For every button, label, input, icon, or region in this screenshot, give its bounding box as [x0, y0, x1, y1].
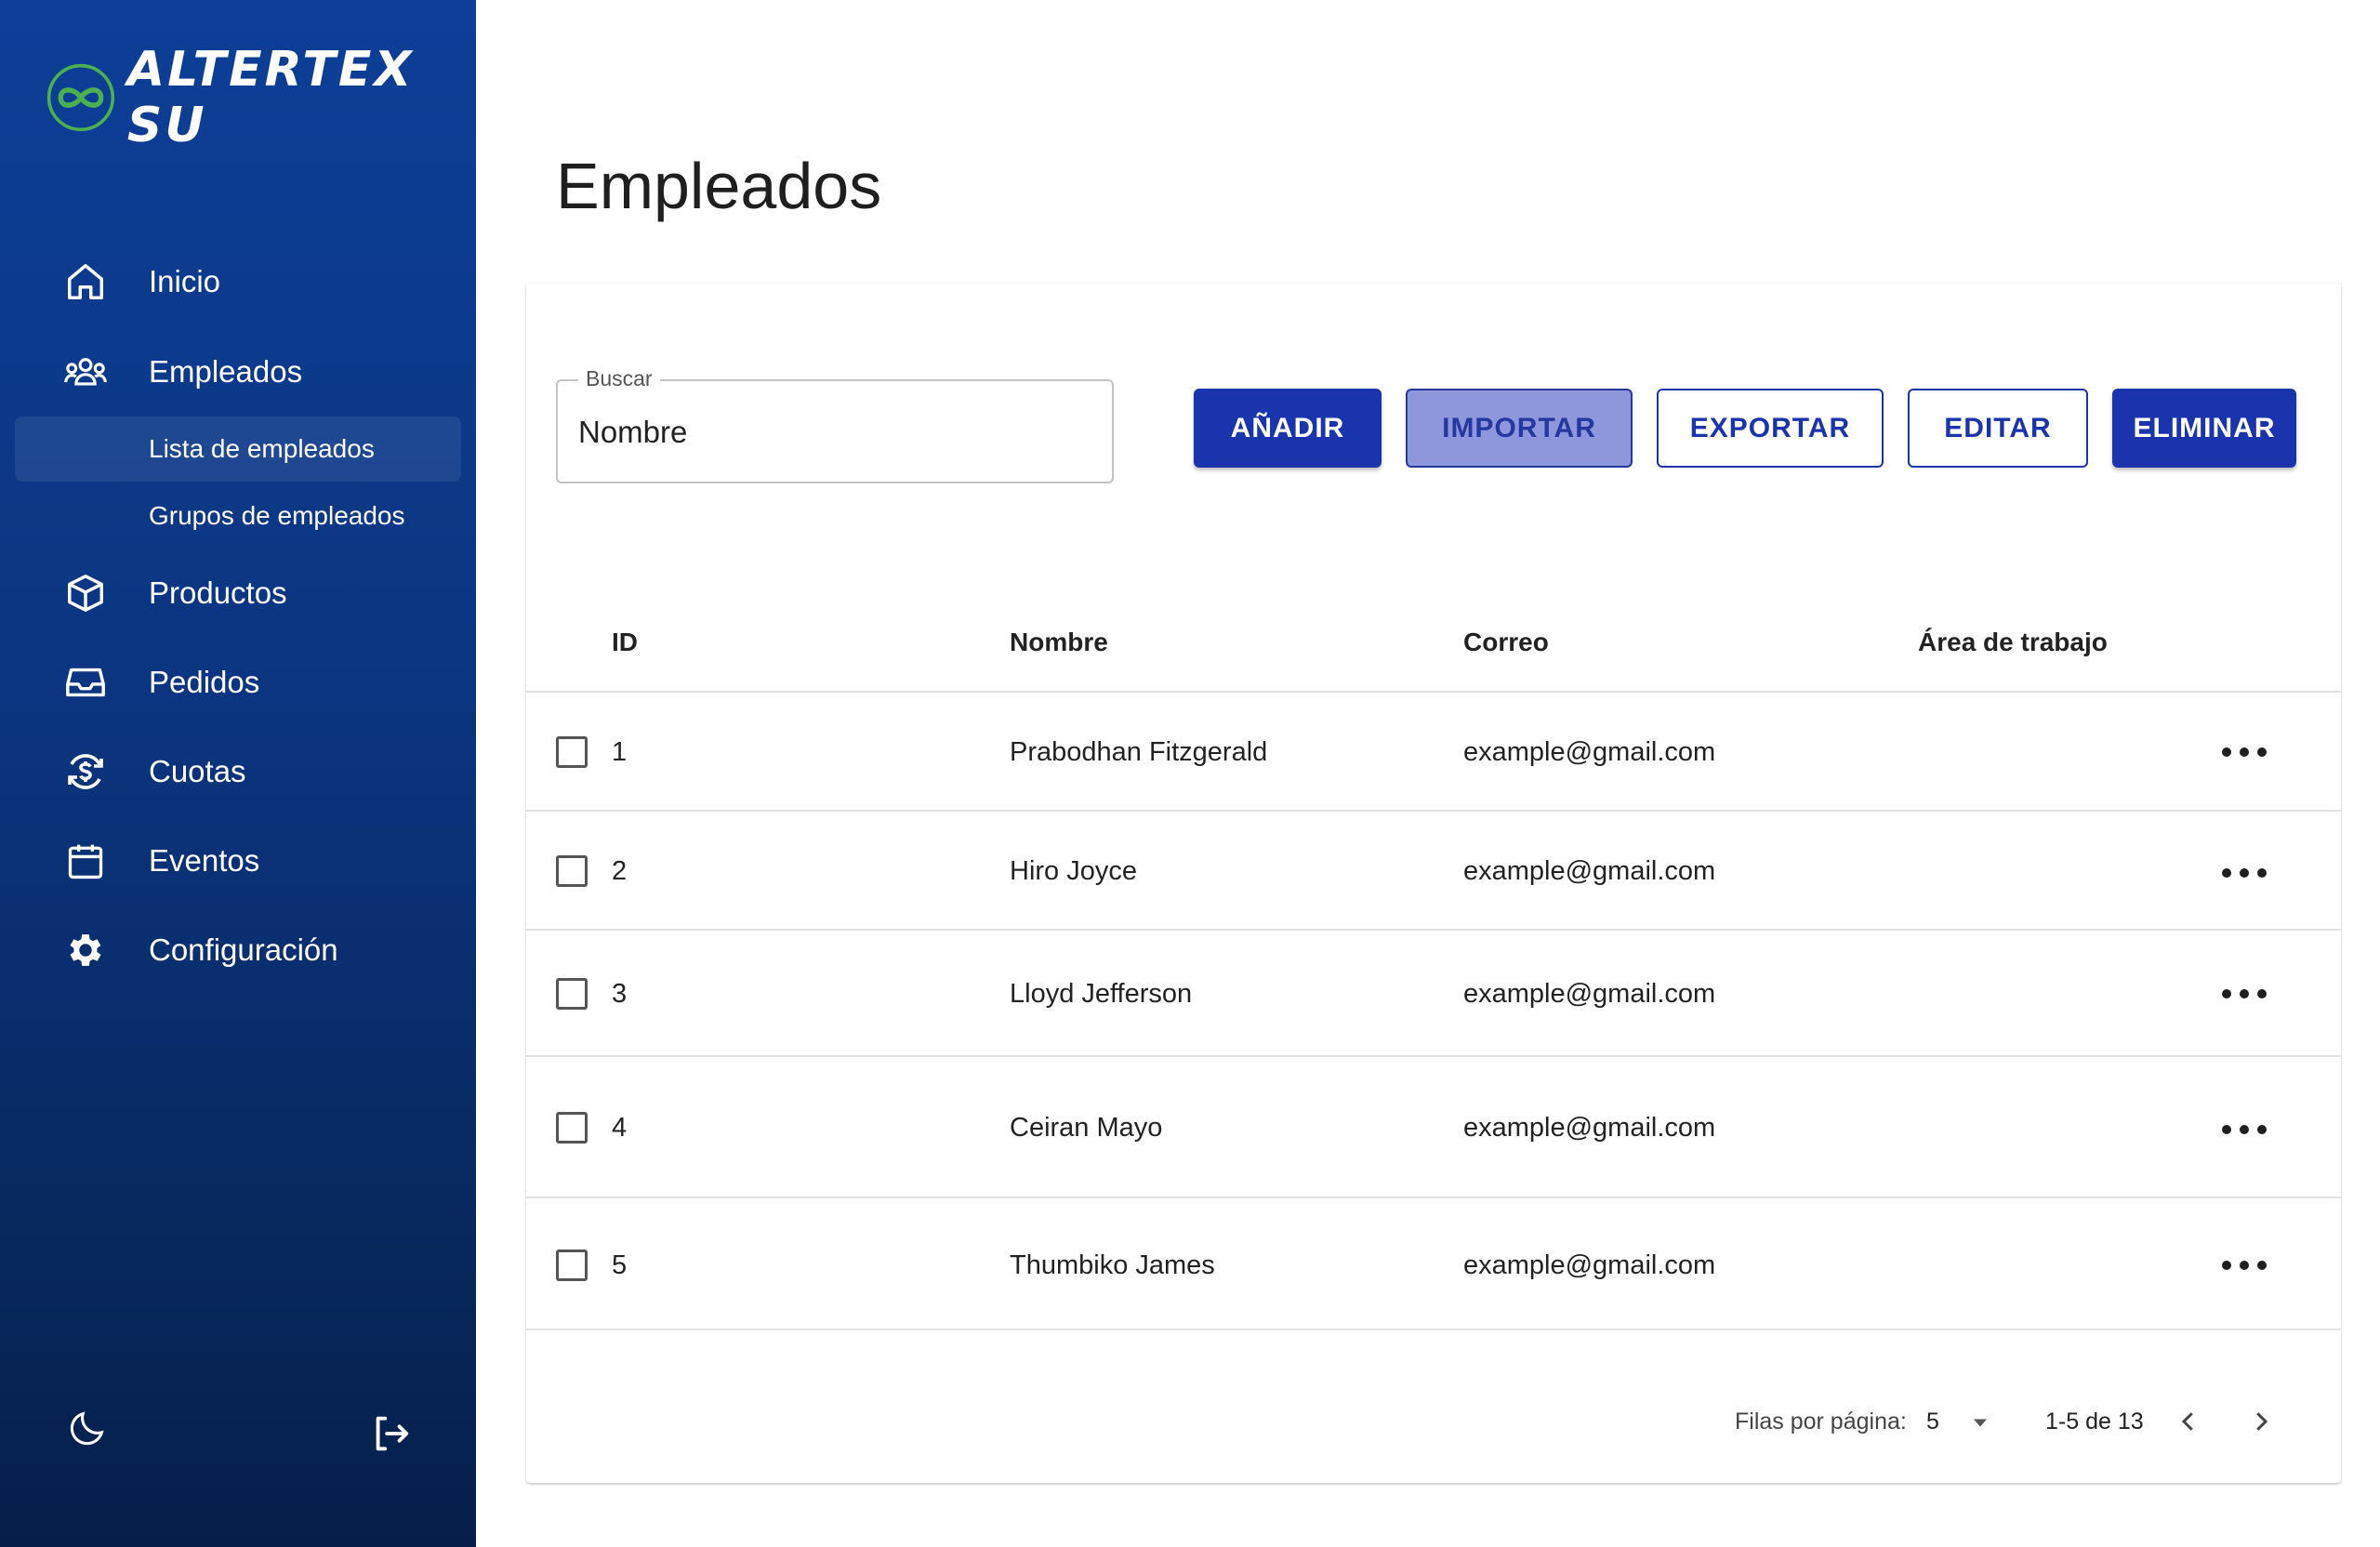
row-name: Prabodhan Fitzgerald [1010, 737, 1268, 767]
moon-icon [70, 1411, 104, 1446]
sidebar-item-label: Empleados [149, 354, 303, 389]
sidebar-item-label: Pedidos [149, 665, 260, 699]
row-checkbox[interactable] [556, 736, 588, 768]
row-more-options-icon[interactable] [2222, 864, 2267, 882]
calendar-icon [63, 839, 108, 883]
delete-button[interactable]: ELIMINAR [2112, 389, 2296, 468]
sidebar-item-cuotas[interactable]: Cuotas [0, 734, 476, 809]
sidebar-item-label: Grupos de empleados [149, 501, 405, 530]
pagination-range: 1-5 de 13 [2045, 1408, 2144, 1435]
sidebar-item-eventos[interactable]: Eventos [0, 824, 476, 898]
column-header-area[interactable]: Área de trabajo [1918, 628, 2108, 657]
row-id: 3 [612, 979, 628, 1009]
row-more-options-icon[interactable] [2222, 743, 2267, 761]
rows-per-page-label: Filas por página: [1735, 1408, 1907, 1435]
inbox-icon [63, 660, 108, 705]
row-more-options-icon[interactable] [2222, 1256, 2267, 1275]
search-field[interactable]: Buscar [556, 366, 1114, 483]
rows-per-page-select[interactable]: 5 [1926, 1408, 1993, 1435]
edit-button[interactable]: EDITAR [1908, 389, 2088, 468]
row-id: 4 [612, 1113, 628, 1143]
row-checkbox[interactable] [556, 855, 588, 887]
row-more-options-icon[interactable] [2222, 985, 2267, 1003]
sidebar-item-label: Productos [149, 575, 287, 610]
rows-per-page-value: 5 [1926, 1408, 1939, 1435]
sidebar: ALTERTEX SU Inicio Empleados Lista de em… [0, 0, 476, 1547]
table-row[interactable]: 4 Ceiran Mayo example@gmail.com [526, 1055, 2341, 1197]
logout-button[interactable] [364, 1408, 416, 1460]
import-button[interactable]: IMPORTAR [1406, 389, 1633, 468]
employees-card: Buscar AÑADIR IMPORTAR EXPORTAR EDITAR E… [526, 284, 2341, 1483]
column-header-email[interactable]: Correo [1463, 628, 1549, 657]
row-checkbox[interactable] [556, 1250, 588, 1281]
brand-logo[interactable]: ALTERTEX SU [46, 42, 476, 153]
row-email: example@gmail.com [1463, 1113, 1716, 1143]
row-more-options-icon[interactable] [2222, 1120, 2267, 1139]
next-page-button[interactable] [2241, 1401, 2281, 1442]
brand-name: ALTERTEX SU [126, 42, 415, 153]
users-icon [63, 350, 108, 394]
search-input[interactable] [578, 409, 1090, 456]
row-name: Thumbiko James [1010, 1250, 1215, 1280]
sidebar-item-label: Lista de empleados [149, 434, 375, 463]
sidebar-item-inicio[interactable]: Inicio [0, 245, 476, 319]
sidebar-item-label: Cuotas [149, 754, 246, 788]
row-checkbox[interactable] [556, 1112, 588, 1144]
dark-mode-toggle[interactable] [61, 1402, 113, 1454]
table-row[interactable]: 1 Prabodhan Fitzgerald example@gmail.com [526, 691, 2341, 810]
export-button[interactable]: EXPORTAR [1657, 389, 1884, 468]
sidebar-item-productos[interactable]: Productos [0, 556, 476, 630]
row-id: 5 [612, 1250, 628, 1280]
sidebar-item-pedidos[interactable]: Pedidos [0, 645, 476, 720]
row-email: example@gmail.com [1463, 979, 1716, 1009]
row-id: 1 [612, 737, 628, 767]
row-email: example@gmail.com [1463, 737, 1716, 767]
row-email: example@gmail.com [1463, 856, 1716, 886]
table-row[interactable]: 3 Lloyd Jefferson example@gmail.com [526, 929, 2341, 1055]
box-icon [63, 571, 108, 615]
home-icon [63, 259, 108, 304]
row-id: 2 [612, 856, 628, 886]
row-name: Hiro Joyce [1010, 856, 1137, 886]
previous-page-button[interactable] [2168, 1401, 2209, 1442]
sidebar-item-label: Configuración [149, 932, 338, 967]
row-checkbox[interactable] [556, 978, 588, 1010]
currency-refresh-icon [63, 749, 108, 794]
column-header-id[interactable]: ID [612, 628, 638, 657]
chevron-right-icon [2256, 1412, 2268, 1431]
gear-icon [63, 928, 108, 972]
sidebar-item-label: Inicio [149, 264, 221, 298]
table-row[interactable]: 2 Hiro Joyce example@gmail.com [526, 810, 2341, 929]
sidebar-item-empleados[interactable]: Empleados [0, 335, 476, 409]
sidebar-item-label: Eventos [149, 843, 260, 878]
sidebar-item-grupos-de-empleados[interactable]: Grupos de empleados [15, 483, 461, 549]
logout-icon [376, 1416, 409, 1451]
infinity-logo-icon [46, 63, 115, 132]
search-label: Buscar [578, 366, 660, 391]
add-button[interactable]: AÑADIR [1194, 389, 1382, 468]
sidebar-item-lista-de-empleados[interactable]: Lista de empleados [15, 416, 461, 482]
page-title: Empleados [556, 150, 882, 222]
row-name: Ceiran Mayo [1010, 1113, 1163, 1143]
chevron-down-icon [1973, 1419, 1987, 1427]
chevron-left-icon [2181, 1412, 2193, 1431]
sidebar-item-configuracion[interactable]: Configuración [0, 913, 476, 987]
row-name: Lloyd Jefferson [1010, 979, 1193, 1009]
row-email: example@gmail.com [1463, 1250, 1716, 1280]
column-header-name[interactable]: Nombre [1010, 628, 1108, 657]
table-row[interactable]: 5 Thumbiko James example@gmail.com [526, 1197, 2341, 1330]
